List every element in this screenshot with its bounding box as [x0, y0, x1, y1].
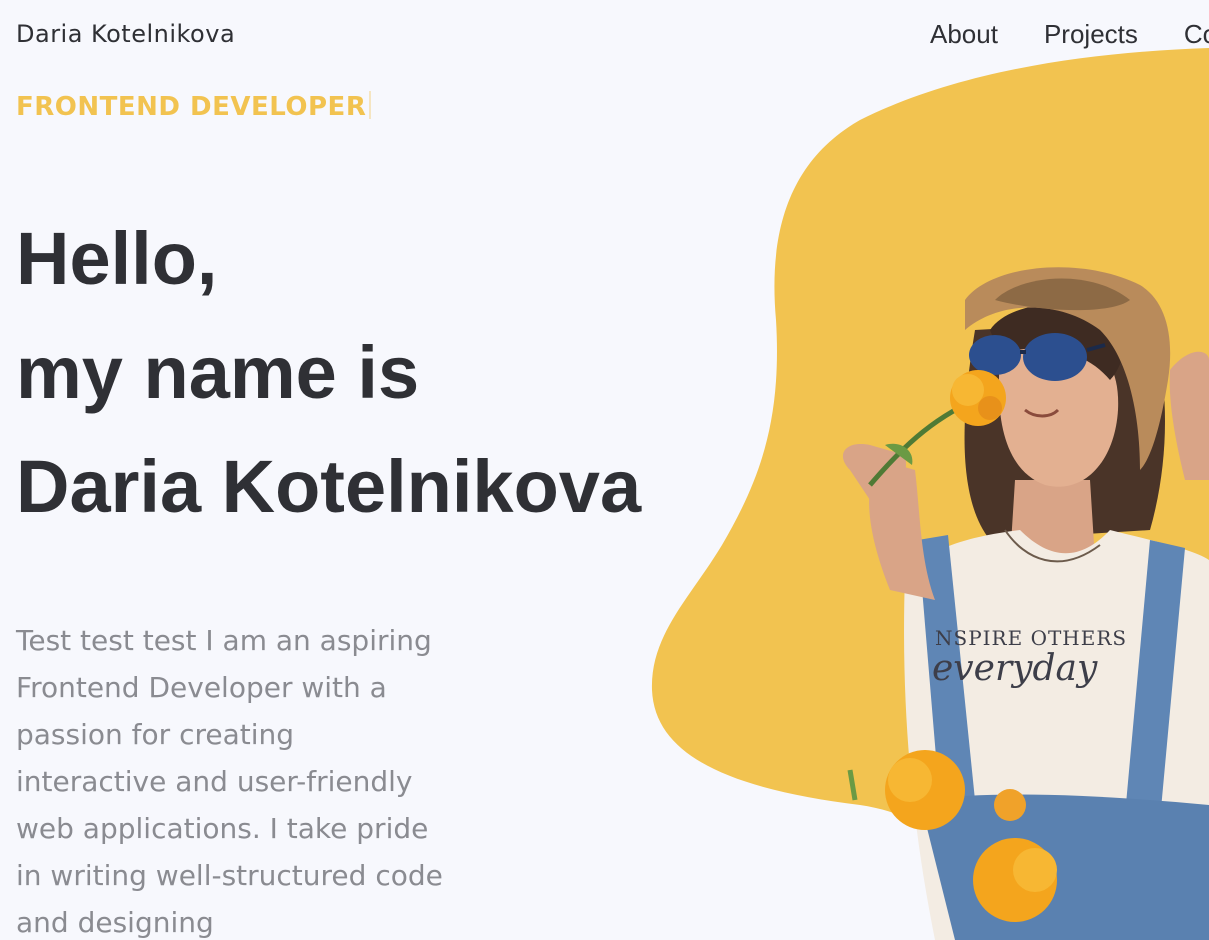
role-subtitle: FRONTEND DEVELOPER: [16, 90, 372, 124]
hero-title-line-1: Hello,: [16, 217, 218, 300]
hero-title: Hello, my name is Daria Kotelnikova: [16, 202, 641, 544]
tshirt-text-line1: NSPIRE OTHERS: [935, 626, 1127, 650]
text-cursor-icon: [369, 91, 372, 119]
site-logo[interactable]: Daria Kotelnikova: [16, 18, 235, 50]
hero-bio: Test test test I am an aspiring Frontend…: [16, 624, 443, 939]
tshirt-text-line2: everyday: [932, 648, 1098, 689]
nav-link-about[interactable]: About: [930, 18, 998, 50]
page: NSPIRE OTHERS everyday Daria Kotelnikova…: [0, 0, 1209, 940]
hero-title-line-2: my name is: [16, 331, 420, 414]
nav-link-contact[interactable]: Contact: [1184, 18, 1209, 50]
role-text: FRONTEND DEVELOPER: [16, 92, 367, 122]
nav-link-projects[interactable]: Projects: [1044, 18, 1138, 50]
hero-title-line-3: Daria Kotelnikova: [16, 445, 642, 528]
main-nav: About Projects Contact: [930, 18, 1209, 50]
